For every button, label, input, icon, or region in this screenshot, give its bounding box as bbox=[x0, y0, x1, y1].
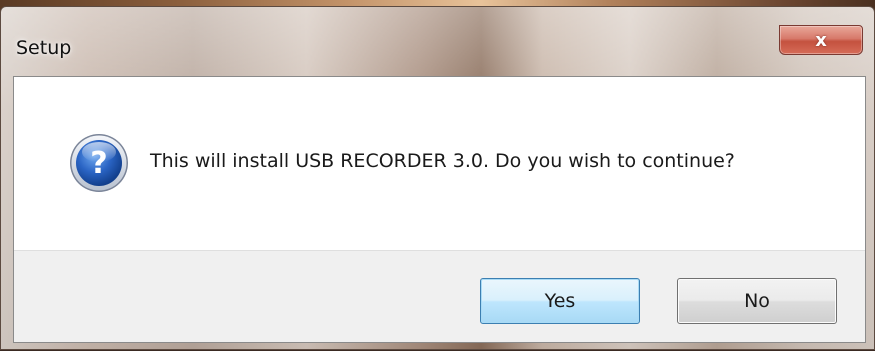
close-button[interactable]: x bbox=[779, 25, 863, 55]
question-mark-glyph: ? bbox=[90, 146, 107, 181]
yes-button[interactable]: Yes bbox=[480, 278, 640, 324]
message-area: ? This will install USB RECORDER 3.0. Do… bbox=[14, 77, 865, 250]
button-bar: Yes No bbox=[14, 250, 865, 342]
close-icon: x bbox=[815, 29, 827, 51]
dialog-client-area: ? This will install USB RECORDER 3.0. Do… bbox=[13, 76, 866, 343]
setup-dialog-window: Setup x ? This will install USB RECORDER… bbox=[0, 6, 875, 350]
title-bar[interactable]: Setup x bbox=[1, 7, 874, 77]
window-title: Setup bbox=[16, 37, 72, 59]
question-icon: ? bbox=[70, 134, 128, 192]
dialog-message: This will install USB RECORDER 3.0. Do y… bbox=[150, 150, 735, 172]
no-button[interactable]: No bbox=[677, 278, 837, 324]
